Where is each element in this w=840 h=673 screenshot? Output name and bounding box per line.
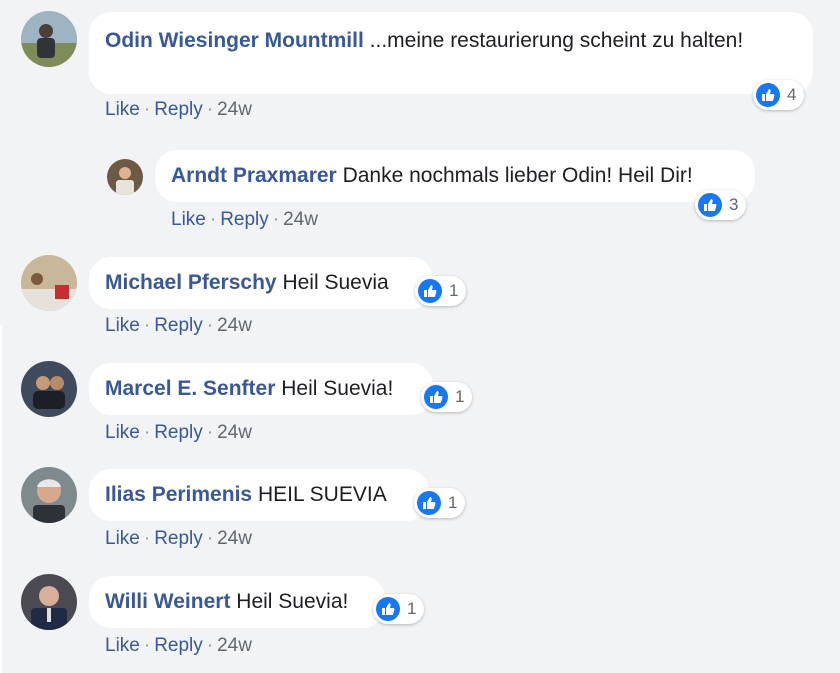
comment-actions: Like · Reply · 24w [171,209,318,231]
like-reaction-icon [698,193,722,217]
timestamp[interactable]: 24w [217,99,252,120]
reaction-count[interactable]: 1 [373,594,425,624]
comment-text: ...meine restaurierung scheint zu halten… [369,29,744,52]
comment-bubble: Marcel E. Senfter Heil Suevia! [89,363,433,415]
comment-author[interactable]: Willi Weinert [105,590,230,613]
reaction-count[interactable]: 1 [421,382,473,412]
user-avatar-icon[interactable] [21,11,77,67]
like-link[interactable]: Like [171,209,206,230]
like-reaction-icon [376,597,400,621]
separator: · [206,635,214,656]
timestamp[interactable]: 24w [217,635,252,656]
comment-text: Heil Suevia [282,271,389,294]
comment-author[interactable]: Odin Wiesinger Mountmill [105,29,364,52]
like-reaction-icon [756,83,780,107]
reaction-number: 1 [407,599,417,618]
reaction-count[interactable]: 3 [695,190,747,220]
comment-actions: Like · Reply · 24w [105,99,252,121]
comment-text: Heil Suevia! [236,590,349,613]
comment-actions: Like · Reply · 24w [105,315,252,337]
comment-actions: Like · Reply · 24w [105,528,252,550]
user-avatar-icon[interactable] [21,361,77,417]
reaction-number: 1 [448,493,458,512]
comment-actions: Like · Reply · 24w [105,422,252,444]
separator: · [206,422,214,443]
comment-author[interactable]: Arndt Praxmarer [171,164,337,187]
like-reaction-icon [424,385,448,409]
reaction-number: 3 [729,195,739,214]
reaction-number: 4 [787,85,797,104]
like-reaction-icon [418,279,442,303]
separator: · [143,315,151,336]
comment-bubble: Odin Wiesinger Mountmill ...meine restau… [89,12,813,94]
like-link[interactable]: Like [105,99,140,120]
like-link[interactable]: Like [105,528,140,549]
user-avatar-icon[interactable] [21,467,77,523]
comment-bubble: Ilias Perimenis HEIL SUEVIA [89,469,429,521]
separator: · [143,99,151,120]
comment-bubble: Michael Pferschy Heil Suevia [89,257,433,309]
separator: · [209,209,217,230]
like-link[interactable]: Like [105,422,140,443]
timestamp[interactable]: 24w [217,422,252,443]
reaction-count[interactable]: 1 [414,488,466,518]
timestamp[interactable]: 24w [217,315,252,336]
separator: · [206,528,214,549]
reply-link[interactable]: Reply [154,635,203,656]
user-avatar-icon[interactable] [21,255,77,311]
separator: · [143,422,151,443]
comment-author[interactable]: Marcel E. Senfter [105,377,275,400]
separator: · [143,635,151,656]
comment-text: Danke nochmals lieber Odin! Heil Dir! [342,164,693,187]
like-reaction-icon [417,491,441,515]
reply-link[interactable]: Reply [220,209,269,230]
separator: · [272,209,280,230]
comment-text: Heil Suevia! [281,377,394,400]
user-avatar-icon[interactable] [21,574,77,630]
timestamp[interactable]: 24w [283,209,318,230]
reply-link[interactable]: Reply [154,422,203,443]
comment-author[interactable]: Ilias Perimenis [105,483,252,506]
reply-link[interactable]: Reply [154,528,203,549]
comment-bubble: Arndt Praxmarer Danke nochmals lieber Od… [155,150,755,202]
comment-text: HEIL SUEVIA [257,483,387,506]
reaction-number: 1 [449,281,459,300]
comment-actions: Like · Reply · 24w [105,635,252,657]
reply-link[interactable]: Reply [154,315,203,336]
comment-author[interactable]: Michael Pferschy [105,271,277,294]
timestamp[interactable]: 24w [217,528,252,549]
page-edge [0,325,2,673]
like-link[interactable]: Like [105,635,140,656]
reply-link[interactable]: Reply [154,99,203,120]
separator: · [206,99,214,120]
separator: · [206,315,214,336]
reaction-count[interactable]: 1 [415,276,467,306]
reaction-count[interactable]: 4 [753,80,805,110]
like-link[interactable]: Like [105,315,140,336]
user-avatar-icon[interactable] [107,159,143,195]
separator: · [143,528,151,549]
comment-bubble: Willi Weinert Heil Suevia! [89,576,385,628]
reaction-number: 1 [455,387,465,406]
